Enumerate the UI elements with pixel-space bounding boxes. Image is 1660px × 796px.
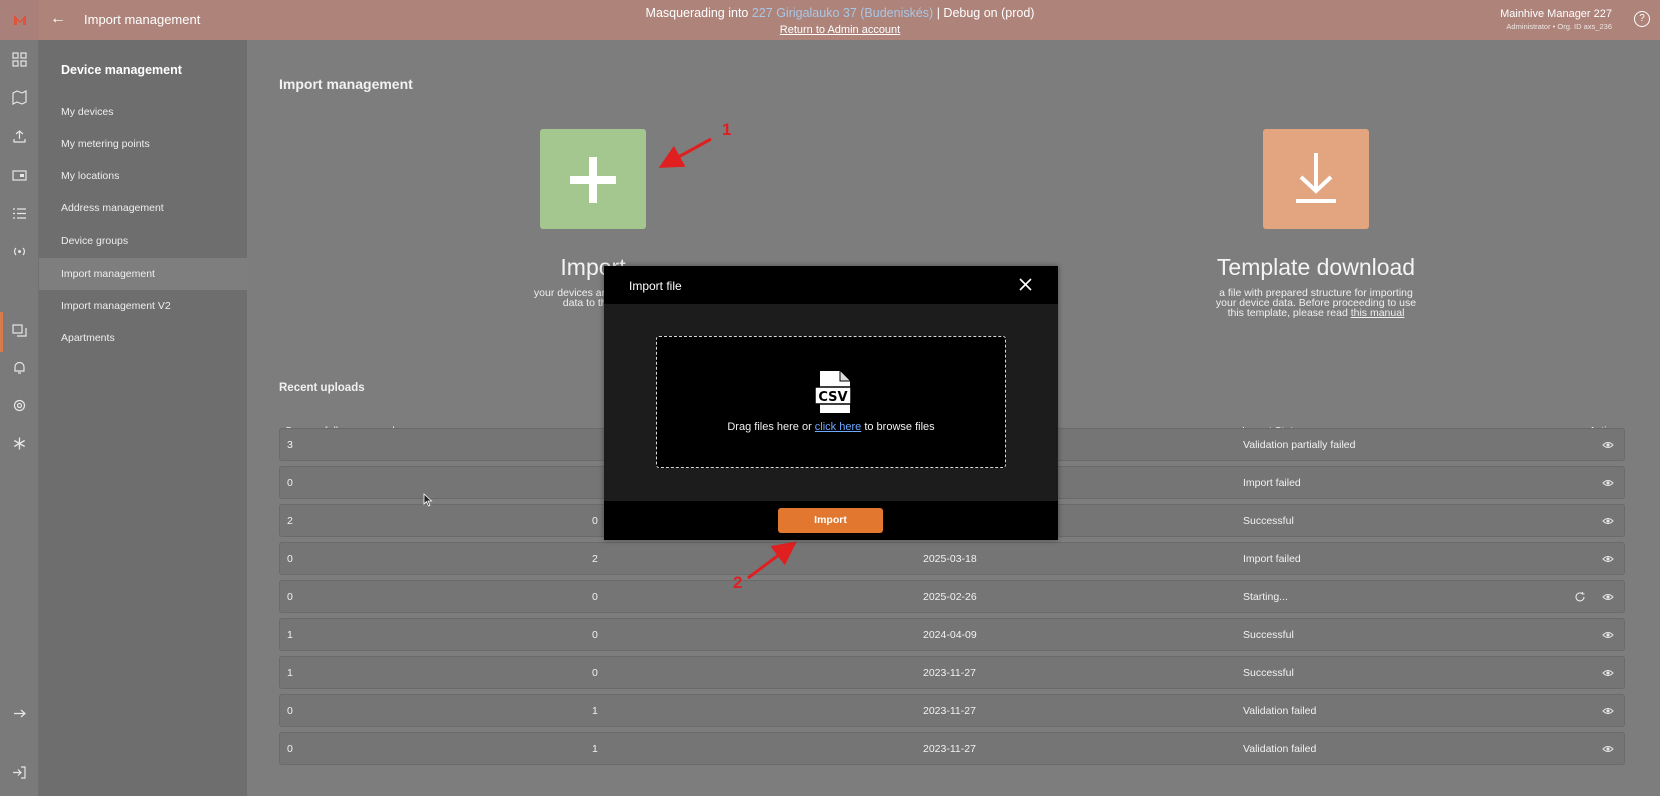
modal-header: Import file xyxy=(604,266,1058,304)
annotation-arrow-2 xyxy=(747,541,797,580)
browse-files-link[interactable]: click here xyxy=(815,421,861,433)
dropzone-text: Drag files here or click here to browse … xyxy=(657,421,1005,433)
mouse-cursor-icon xyxy=(423,493,433,507)
modal-title: Import file xyxy=(629,279,682,293)
csv-file-icon: CSV xyxy=(814,371,852,413)
drop-prefix: Drag files here or xyxy=(727,421,815,433)
file-dropzone[interactable]: CSV Drag files here or click here to bro… xyxy=(656,336,1006,468)
close-icon[interactable] xyxy=(1018,277,1033,292)
import-button[interactable]: Import xyxy=(778,508,883,533)
csv-label: CSV xyxy=(818,390,847,405)
import-file-modal: Import file CSV Drag files here or click… xyxy=(604,266,1058,540)
drop-suffix: to browse files xyxy=(861,421,935,433)
annotation-arrow-1 xyxy=(658,137,712,168)
